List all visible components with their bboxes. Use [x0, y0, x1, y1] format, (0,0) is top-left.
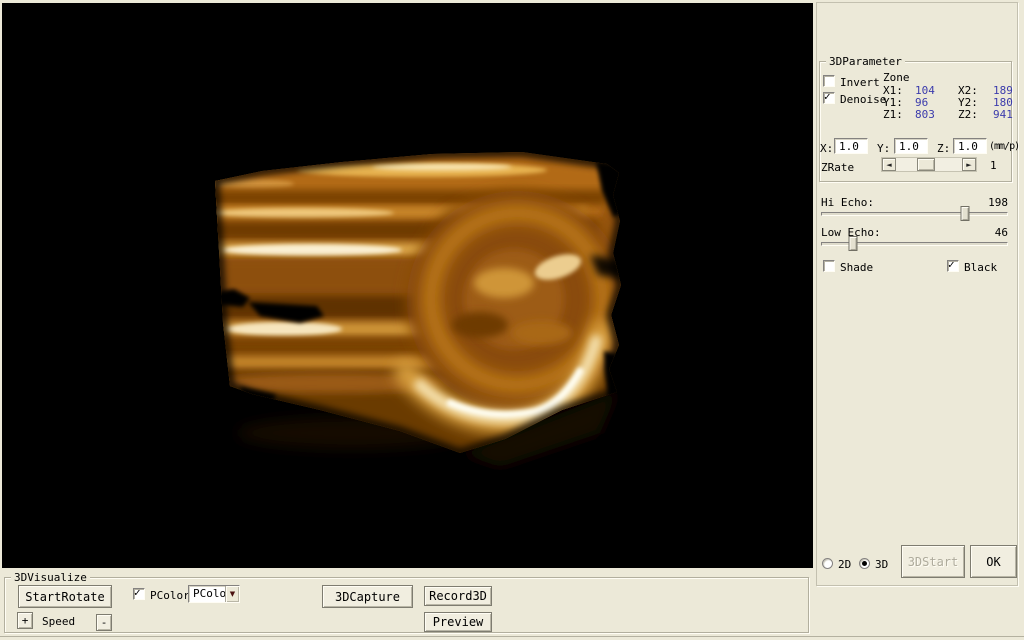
- record3d-button[interactable]: Record3D: [424, 586, 492, 606]
- render-viewport[interactable]: [2, 3, 813, 568]
- black-label: Black: [964, 261, 997, 274]
- parameter-panel: 3DParameter Invert Denoise Zone X1: 104 …: [813, 0, 1024, 640]
- voxel-y-input[interactable]: [894, 138, 928, 154]
- pcolor-dropdown-value: PColor: [189, 586, 225, 602]
- zrate-label: ZRate: [821, 161, 854, 174]
- zrate-scroll-track[interactable]: [896, 158, 962, 171]
- zrate-scrollbar[interactable]: ◄ ►: [881, 157, 977, 172]
- voxel-y-label: Y:: [877, 142, 890, 155]
- 3dstart-button[interactable]: 3DStart: [901, 545, 965, 578]
- denoise-label: Denoise: [840, 93, 886, 106]
- zone-z1-label: Z1:: [883, 108, 903, 121]
- low-echo-slider-thumb[interactable]: [848, 236, 857, 251]
- window-bottom-edge: [0, 636, 1024, 637]
- pcolor-label: PColor: [150, 589, 190, 602]
- mode-2d-radio[interactable]: [822, 558, 833, 569]
- mode-3d-radio[interactable]: [859, 558, 870, 569]
- parameter-group-title: 3DParameter: [826, 55, 905, 68]
- zrate-scroll-left-icon[interactable]: ◄: [882, 158, 896, 171]
- start-rotate-button[interactable]: StartRotate: [18, 585, 112, 608]
- black-checkbox[interactable]: [947, 260, 959, 272]
- zone-z2-label: Z2:: [958, 108, 978, 121]
- low-echo-slider[interactable]: [821, 235, 1008, 251]
- invert-checkbox[interactable]: [823, 75, 835, 87]
- shade-label: Shade: [840, 261, 873, 274]
- pcolor-dropdown[interactable]: PColor ▼: [188, 585, 240, 603]
- app-window: 3DParameter Invert Denoise Zone X1: 104 …: [0, 0, 1024, 640]
- voxel-z-label: Z:: [937, 142, 950, 155]
- shade-checkbox[interactable]: [823, 260, 835, 272]
- 3dcapture-button[interactable]: 3DCapture: [322, 585, 413, 608]
- visualize-group-title: 3DVisualize: [11, 571, 90, 584]
- zrate-value: 1: [990, 159, 997, 172]
- pcolor-checkbox[interactable]: [133, 588, 145, 600]
- pcolor-dropdown-icon[interactable]: ▼: [225, 586, 239, 602]
- preview-button[interactable]: Preview: [424, 612, 492, 632]
- hi-echo-slider-thumb[interactable]: [960, 206, 969, 221]
- hi-echo-slider-track[interactable]: [821, 212, 1008, 216]
- hi-echo-slider[interactable]: [821, 205, 1008, 221]
- ok-button[interactable]: OK: [970, 545, 1017, 578]
- voxel-x-input[interactable]: [834, 138, 868, 154]
- speed-minus-button[interactable]: -: [96, 614, 112, 631]
- speed-label: Speed: [42, 615, 75, 628]
- zrate-scroll-right-icon[interactable]: ►: [962, 158, 976, 171]
- voxel-z-input[interactable]: [953, 138, 987, 154]
- voxel-unit-label: (mm/p): [989, 141, 1019, 152]
- zone-z1-value: 803: [915, 108, 935, 121]
- visualize-panel: 3DVisualize StartRotate + Speed - PColor…: [0, 568, 813, 640]
- mode-2d-label: 2D: [838, 558, 851, 571]
- mode-3d-label: 3D: [875, 558, 888, 571]
- zone-z2-value: 941: [993, 108, 1013, 121]
- denoise-checkbox[interactable]: [823, 92, 835, 104]
- zone-title: Zone: [883, 71, 910, 84]
- ultrasound-volume-render: [2, 3, 813, 568]
- invert-label: Invert: [840, 76, 880, 89]
- speed-plus-button[interactable]: +: [17, 612, 33, 629]
- zrate-scroll-thumb[interactable]: [917, 158, 935, 171]
- voxel-x-label: X:: [820, 142, 833, 155]
